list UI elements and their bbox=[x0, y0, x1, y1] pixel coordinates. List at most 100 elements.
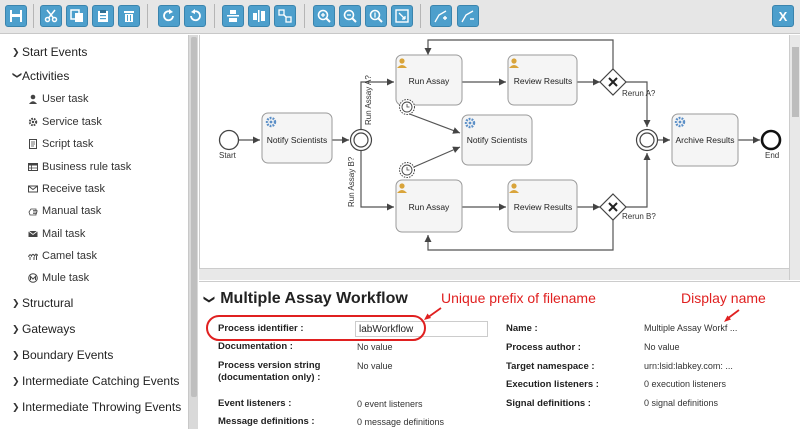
archive-results-task[interactable]: Archive Results bbox=[671, 113, 739, 167]
highlight-oval bbox=[206, 315, 426, 341]
zoom-in-button[interactable] bbox=[313, 5, 335, 27]
cut-button[interactable] bbox=[40, 5, 62, 27]
canvas-horizontal-scrollbar[interactable] bbox=[199, 268, 789, 280]
signal-definitions-value[interactable]: 0 signal definitions bbox=[644, 397, 718, 409]
annotation-display-name: Display name bbox=[681, 290, 766, 306]
gear-icon bbox=[464, 117, 476, 129]
review-results-task-bottom[interactable]: Review Results bbox=[507, 179, 578, 233]
split-gateway[interactable] bbox=[349, 128, 373, 152]
review-results-task-top[interactable]: Review Results bbox=[507, 54, 578, 106]
save-button[interactable] bbox=[5, 5, 27, 27]
palette-group-label: Boundary Events bbox=[22, 348, 114, 362]
join-gateway[interactable] bbox=[635, 128, 659, 152]
trash-icon bbox=[124, 11, 134, 22]
chevron-right-icon: ❯ bbox=[12, 349, 20, 360]
chevron-right-icon: ❯ bbox=[12, 46, 20, 57]
palette-item-business-rule-task[interactable]: Business rule task bbox=[26, 157, 131, 177]
end-event-label: End bbox=[765, 151, 779, 160]
annotation-unique-prefix: Unique prefix of filename bbox=[441, 290, 596, 306]
message-definitions-label: Message definitions : bbox=[218, 416, 315, 427]
chevron-right-icon: ❯ bbox=[12, 297, 20, 308]
delete-button[interactable] bbox=[118, 5, 140, 27]
bendpoint-add-icon bbox=[434, 10, 447, 23]
task-label: Run Assay bbox=[409, 202, 450, 212]
same-size-button[interactable] bbox=[274, 5, 296, 27]
task-label: Notify Scientists bbox=[267, 135, 327, 145]
zoom-out-button[interactable] bbox=[339, 5, 361, 27]
palette-item-service-task[interactable]: Service task bbox=[26, 112, 102, 132]
palette-group-start-events[interactable]: ❯ Start Events bbox=[12, 42, 87, 62]
palette-item-label: Business rule task bbox=[42, 161, 132, 173]
target-namespace-value[interactable]: urn:lsid:labkey.com: ... bbox=[644, 360, 733, 372]
run-assay-task-top[interactable]: Run Assay bbox=[395, 54, 463, 106]
zoom-fit-button[interactable] bbox=[391, 5, 413, 27]
align-horizontal-icon bbox=[227, 10, 239, 22]
palette-item-user-task[interactable]: User task bbox=[26, 89, 88, 109]
documentation-value[interactable]: No value bbox=[357, 341, 393, 353]
redo-icon bbox=[163, 9, 174, 22]
process-author-value[interactable]: No value bbox=[644, 341, 680, 353]
chevron-right-icon: ❯ bbox=[12, 375, 20, 386]
palette-group-intermediate-catching-events[interactable]: ❯ Intermediate Catching Events bbox=[12, 371, 179, 391]
annotation-arrow-right bbox=[724, 309, 740, 322]
zoom-out-icon bbox=[343, 9, 357, 23]
timer-boundary-event-top[interactable] bbox=[399, 99, 415, 115]
notify-scientists-task-1[interactable]: Notify Scientists bbox=[261, 112, 333, 164]
task-label: Run Assay bbox=[409, 76, 450, 86]
palette-item-label: User task bbox=[42, 93, 89, 105]
execution-listeners-label: Execution listeners : bbox=[506, 379, 599, 390]
start-event[interactable] bbox=[218, 129, 240, 151]
execution-listeners-value[interactable]: 0 execution listeners bbox=[644, 378, 726, 390]
palette-group-intermediate-throwing-events[interactable]: ❯ Intermediate Throwing Events bbox=[12, 397, 181, 417]
palette-item-camel-task[interactable]: Camel task bbox=[26, 246, 97, 266]
undo-button[interactable] bbox=[184, 5, 206, 27]
palette-group-structural[interactable]: ❯ Structural bbox=[12, 293, 73, 313]
scissors-icon bbox=[44, 9, 58, 23]
timer-boundary-event-bottom[interactable] bbox=[399, 162, 415, 178]
task-label: Notify Scientists bbox=[467, 135, 527, 145]
process-version-value[interactable]: No value bbox=[357, 360, 393, 372]
signal-definitions-label: Signal definitions : bbox=[506, 398, 591, 409]
palette-group-boundary-events[interactable]: ❯ Boundary Events bbox=[12, 345, 113, 365]
close-button[interactable]: X bbox=[772, 5, 794, 27]
align-vertical-button[interactable] bbox=[248, 5, 270, 27]
align-horizontal-button[interactable] bbox=[222, 5, 244, 27]
palette-group-label: Intermediate Throwing Events bbox=[22, 400, 182, 414]
zoom-actual-button[interactable] bbox=[365, 5, 387, 27]
palette-sidebar: ❯ Start Events ❯ Activities User task Se… bbox=[0, 35, 188, 429]
run-assay-task-bottom[interactable]: Run Assay bbox=[395, 179, 463, 233]
palette-item-script-task[interactable]: Script task bbox=[26, 134, 93, 154]
chevron-down-icon: ❯ bbox=[12, 71, 23, 79]
palette-item-receive-task[interactable]: Receive task bbox=[26, 179, 105, 199]
palette-item-mail-task[interactable]: Mail task bbox=[26, 224, 85, 244]
redo-button[interactable] bbox=[158, 5, 180, 27]
toolbar-separator bbox=[33, 4, 34, 28]
task-label: Review Results bbox=[514, 76, 573, 86]
palette-group-label: Gateways bbox=[22, 322, 76, 336]
camel-icon bbox=[26, 251, 40, 261]
palette-group-gateways[interactable]: ❯ Gateways bbox=[12, 319, 75, 339]
notify-scientists-task-2[interactable]: Notify Scientists bbox=[461, 114, 533, 166]
properties-title[interactable]: ❯ Multiple Assay Workflow bbox=[203, 290, 408, 308]
sidebar-scroll-thumb[interactable] bbox=[191, 37, 197, 397]
sidebar-scrollbar[interactable] bbox=[188, 35, 198, 429]
bendpoint-add-button[interactable] bbox=[430, 5, 452, 27]
palette-item-manual-task[interactable]: Manual task bbox=[26, 201, 101, 221]
envelope-icon bbox=[26, 184, 40, 194]
copy-icon bbox=[70, 9, 83, 22]
paste-button[interactable] bbox=[92, 5, 114, 27]
undo-icon bbox=[190, 9, 201, 22]
toolbar: X bbox=[0, 0, 800, 34]
event-listeners-value[interactable]: 0 event listeners bbox=[357, 398, 423, 410]
toolbar-separator bbox=[147, 4, 148, 28]
script-icon bbox=[26, 139, 40, 149]
canvas-scroll-thumb[interactable] bbox=[792, 47, 799, 117]
message-definitions-value[interactable]: 0 message definitions bbox=[357, 416, 444, 428]
canvas-vertical-scrollbar[interactable] bbox=[789, 35, 800, 280]
palette-item-mule-task[interactable]: Mule task bbox=[26, 268, 89, 288]
diagram-canvas[interactable]: Start Notify Scientists Run Assay Run As… bbox=[199, 35, 789, 268]
end-event[interactable] bbox=[760, 129, 782, 151]
copy-button[interactable] bbox=[66, 5, 88, 27]
palette-group-activities[interactable]: ❯ Activities bbox=[12, 66, 70, 86]
bendpoint-remove-button[interactable] bbox=[457, 5, 479, 27]
